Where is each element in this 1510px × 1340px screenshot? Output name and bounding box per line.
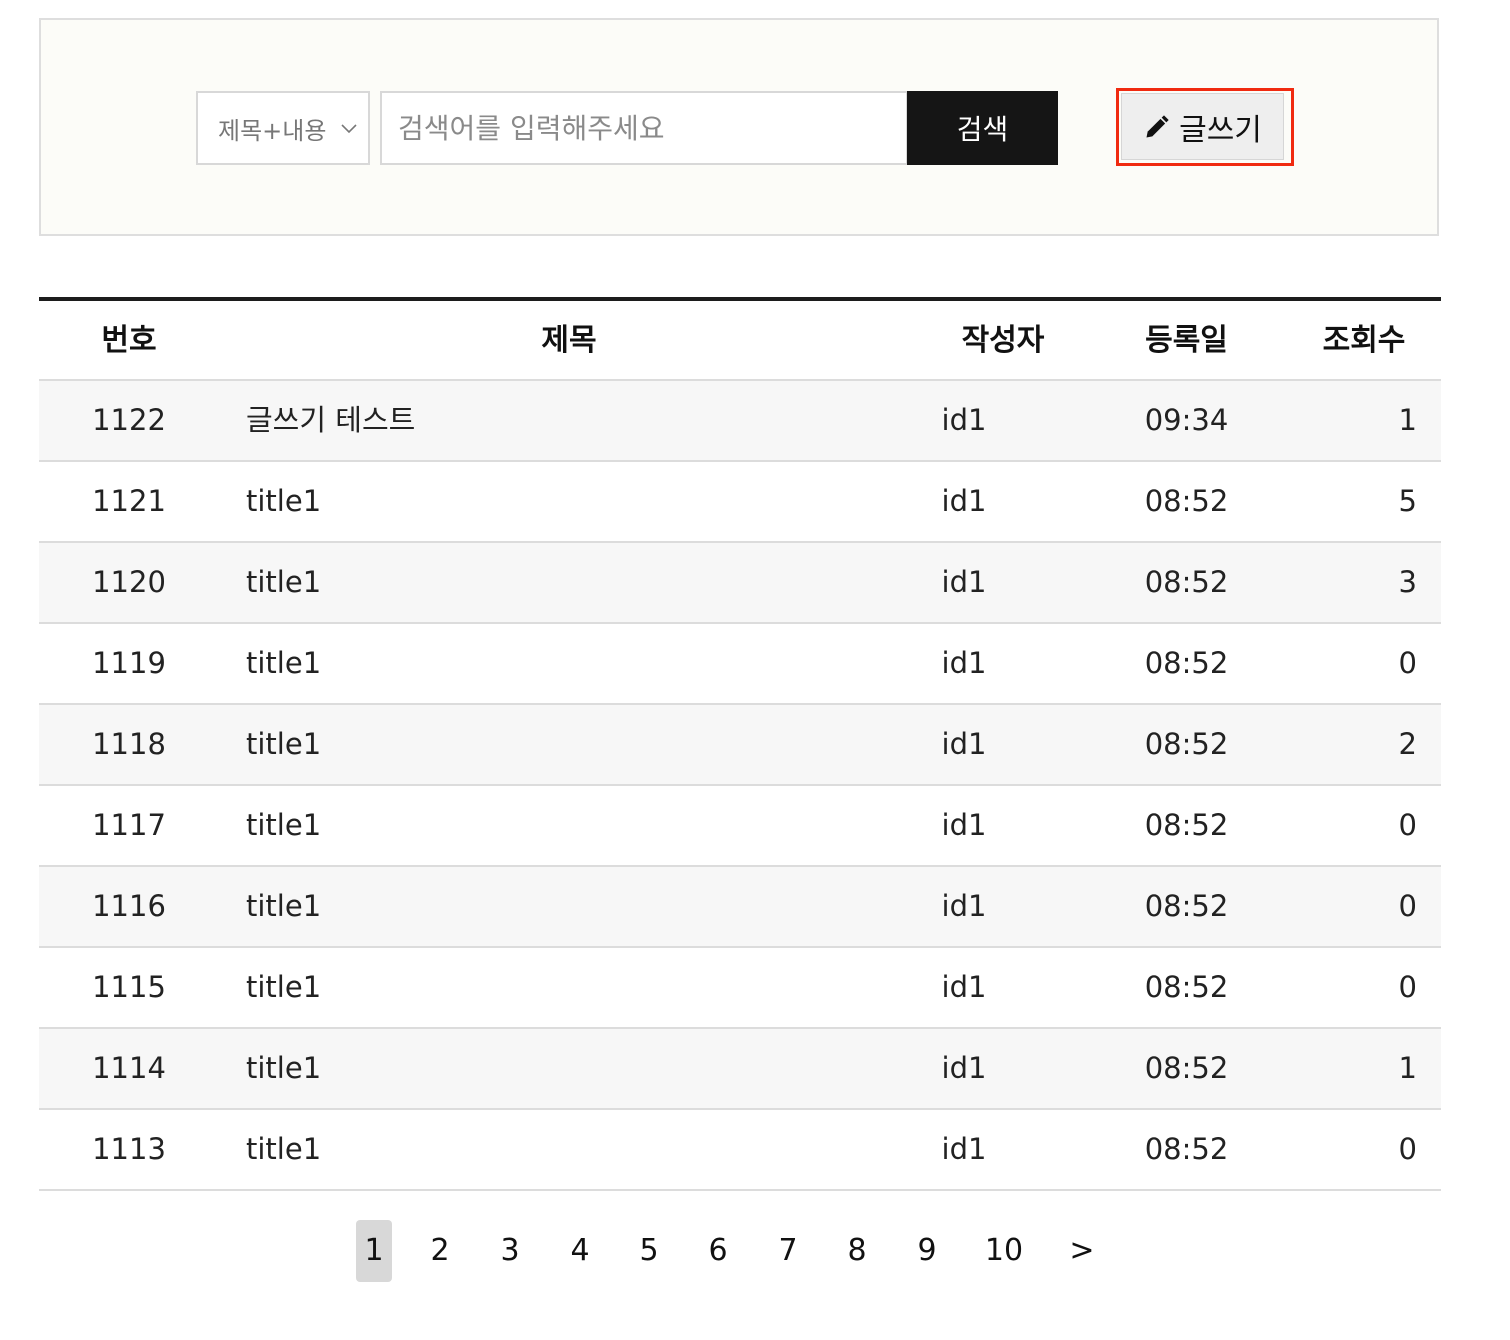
next-page-button[interactable]: > <box>1062 1220 1102 1282</box>
post-title-link[interactable]: title1 <box>246 543 321 622</box>
page-link-3[interactable]: 3 <box>488 1220 532 1282</box>
page-link-5[interactable]: 5 <box>627 1220 671 1282</box>
post-number: 1120 <box>92 565 166 599</box>
post-title-link[interactable]: 글쓰기 테스트 <box>246 381 415 460</box>
post-number: 1117 <box>92 808 166 842</box>
post-date: 08:52 <box>1144 565 1229 599</box>
post-date: 08:52 <box>1144 646 1229 680</box>
table-row[interactable]: 1114 title1 id1 08:52 1 <box>39 1029 1441 1110</box>
header-author: 작성자 <box>961 323 1045 358</box>
post-views: 3 <box>1398 565 1417 599</box>
post-title-link[interactable]: title1 <box>246 462 321 541</box>
post-table: 번호 제목 작성자 등록일 조회수 1122 글쓰기 테스트 id1 09:34 1 11… <box>39 297 1441 1191</box>
page-link-6[interactable]: 6 <box>696 1220 740 1282</box>
post-author: id1 <box>941 1051 987 1085</box>
table-row[interactable]: 1119 title1 id1 08:52 0 <box>39 624 1441 705</box>
page-link-7[interactable]: 7 <box>766 1220 810 1282</box>
post-title-link[interactable]: title1 <box>246 867 321 946</box>
pencil-icon <box>1146 114 1169 137</box>
post-author: id1 <box>941 403 987 437</box>
table-row[interactable]: 1113 title1 id1 08:52 0 <box>39 1110 1441 1191</box>
write-button-label: 글쓰기 <box>1179 112 1262 148</box>
page-link-1[interactable]: 1 <box>356 1220 392 1282</box>
post-author: id1 <box>941 889 987 923</box>
header-title: 제목 <box>541 323 597 358</box>
header-number: 번호 <box>101 323 157 358</box>
table-row[interactable]: 1117 title1 id1 08:52 0 <box>39 786 1441 867</box>
search-filter-value: 제목+내용 <box>218 116 327 145</box>
page-link-10[interactable]: 10 <box>982 1220 1026 1282</box>
search-button-label: 검색 <box>956 113 1009 146</box>
post-number: 1118 <box>92 727 166 761</box>
page-link-9[interactable]: 9 <box>905 1220 949 1282</box>
post-date: 08:52 <box>1144 970 1229 1004</box>
post-title-link[interactable]: title1 <box>246 786 321 865</box>
table-row[interactable]: 1121 title1 id1 08:52 5 <box>39 462 1441 543</box>
post-title-link[interactable]: title1 <box>246 948 321 1027</box>
table-row[interactable]: 1116 title1 id1 08:52 0 <box>39 867 1441 948</box>
post-views: 2 <box>1398 727 1417 761</box>
page-link-4[interactable]: 4 <box>558 1220 602 1282</box>
post-author: id1 <box>941 808 987 842</box>
post-views: 0 <box>1398 1132 1417 1166</box>
post-date: 08:52 <box>1144 889 1229 923</box>
post-views: 1 <box>1398 1051 1417 1085</box>
chevron-down-icon <box>341 124 357 134</box>
post-number: 1113 <box>92 1132 166 1166</box>
post-author: id1 <box>941 1132 987 1166</box>
post-number: 1115 <box>92 970 166 1004</box>
post-date: 08:52 <box>1144 808 1229 842</box>
post-author: id1 <box>941 646 987 680</box>
search-button[interactable]: 검색 <box>907 91 1058 165</box>
pagination: 1 2 3 4 5 6 7 8 9 10 > <box>0 1220 1510 1282</box>
post-views: 1 <box>1398 403 1417 437</box>
header-date: 등록일 <box>1145 323 1228 358</box>
post-views: 0 <box>1398 808 1417 842</box>
post-views: 0 <box>1398 970 1417 1004</box>
post-date: 08:52 <box>1144 484 1229 518</box>
post-number: 1122 <box>92 403 166 437</box>
table-row[interactable]: 1115 title1 id1 08:52 0 <box>39 948 1441 1029</box>
search-input[interactable] <box>380 91 908 165</box>
write-button[interactable]: 글쓰기 <box>1121 93 1284 160</box>
table-row[interactable]: 1120 title1 id1 08:52 3 <box>39 543 1441 624</box>
post-views: 0 <box>1398 889 1417 923</box>
post-views: 5 <box>1398 484 1417 518</box>
table-row[interactable]: 1118 title1 id1 08:52 2 <box>39 705 1441 786</box>
post-author: id1 <box>941 484 987 518</box>
search-filter-select[interactable]: 제목+내용 <box>196 91 370 165</box>
page-link-8[interactable]: 8 <box>835 1220 879 1282</box>
post-author: id1 <box>941 565 987 599</box>
post-number: 1121 <box>92 484 166 518</box>
post-date: 08:52 <box>1144 1051 1229 1085</box>
post-author: id1 <box>941 727 987 761</box>
post-date: 08:52 <box>1144 727 1229 761</box>
post-title-link[interactable]: title1 <box>246 1110 321 1189</box>
post-date: 08:52 <box>1144 1132 1229 1166</box>
table-row[interactable]: 1122 글쓰기 테스트 id1 09:34 1 <box>39 381 1441 462</box>
post-number: 1119 <box>92 646 166 680</box>
post-title-link[interactable]: title1 <box>246 624 321 703</box>
post-title-link[interactable]: title1 <box>246 1029 321 1108</box>
post-number: 1114 <box>92 1051 166 1085</box>
header-views: 조회수 <box>1322 323 1406 358</box>
post-date: 09:34 <box>1144 403 1229 437</box>
table-header: 번호 제목 작성자 등록일 조회수 <box>39 297 1441 381</box>
post-author: id1 <box>941 970 987 1004</box>
page-link-2[interactable]: 2 <box>418 1220 462 1282</box>
post-views: 0 <box>1398 646 1417 680</box>
post-title-link[interactable]: title1 <box>246 705 321 784</box>
post-number: 1116 <box>92 889 166 923</box>
